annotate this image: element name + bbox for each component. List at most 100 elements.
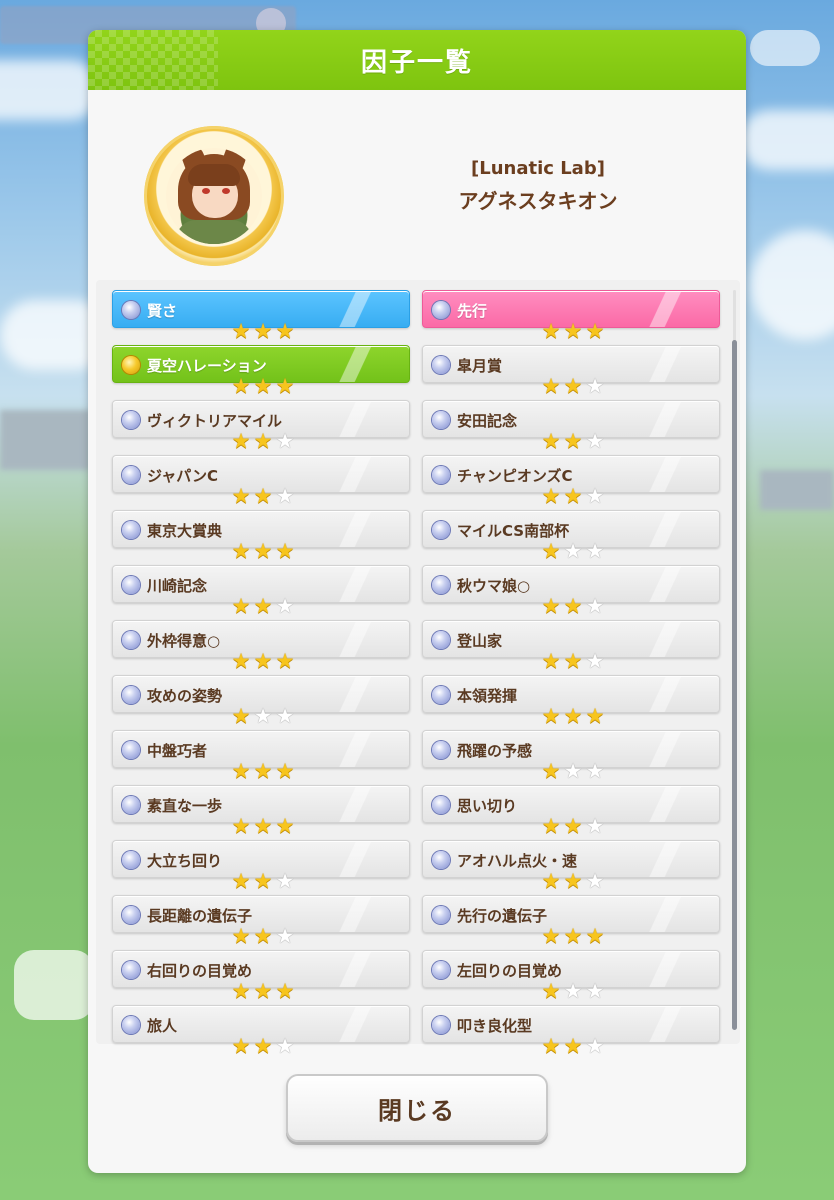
factor-label: 賢さ [147,302,178,320]
character-portrait-image [166,148,262,244]
star-icon: ★ [231,924,251,948]
factor-item[interactable]: 賢さ ★ ★ ★ [112,290,410,345]
round-gem-icon [122,686,140,704]
factor-item[interactable]: 安田記念 ★ ★ ★ [422,400,720,455]
star-icon: ★ [231,594,251,618]
star-icon: ★ [253,319,273,343]
round-gem-icon [122,411,140,429]
factor-list-dialog: 因子一覧 [Lunatic Lab] アグネスタキオン 賢さ ★ ★ ★ 夏空ハレーショ… [88,30,746,1173]
star-icon: ★ [541,924,561,948]
background-cloud [0,60,100,120]
background-left-button [14,950,94,1020]
star-icon: ★ [541,704,561,728]
factor-item[interactable]: 叩き良化型 ★ ★ ★ [422,1005,720,1060]
round-gem-icon [122,741,140,759]
scrollbar-thumb[interactable] [732,340,737,1030]
star-icon: ★ [231,484,251,508]
factor-item[interactable]: 先行の遺伝子 ★ ★ ★ [422,895,720,950]
factor-item[interactable]: 本領発揮 ★ ★ ★ [422,675,720,730]
star-icon: ★ [231,649,251,673]
round-gem-icon [432,631,450,649]
star-icon: ★ [563,924,583,948]
character-name: アグネスタキオン [458,189,618,213]
factor-stars: ★ ★ ★ [540,924,606,948]
factor-item[interactable]: 秋ウマ娘○ ★ ★ ★ [422,565,720,620]
factor-item[interactable]: 中盤巧者 ★ ★ ★ [112,730,410,785]
factor-stars: ★ ★ ★ [540,539,606,563]
close-button[interactable]: 閉じる [286,1074,548,1142]
factor-item[interactable]: 攻めの姿勢 ★ ★ ★ [112,675,410,730]
star-icon: ★ [541,374,561,398]
factor-label: 東京大賞典 [147,522,223,540]
factor-item[interactable]: 外枠得意○ ★ ★ ★ [112,620,410,675]
factor-stars: ★ ★ ★ [540,651,606,672]
star-icon: ★ [585,484,605,508]
character-bangs [188,164,240,186]
factor-item[interactable]: 旅人 ★ ★ ★ [112,1005,410,1060]
round-gem-icon [122,961,140,979]
factor-item[interactable]: ヴィクトリアマイル ★ ★ ★ [112,400,410,455]
factor-label: 思い切り [457,797,518,815]
factor-stars: ★ ★ ★ [230,594,296,618]
factor-label: 登山家 [457,632,503,650]
factor-item[interactable]: 左回りの目覚め ★ ★ ★ [422,950,720,1005]
round-gem-icon [432,851,450,869]
factor-item[interactable]: 皐月賞 ★ ★ ★ [422,345,720,400]
character-portrait[interactable] [144,126,284,266]
star-icon: ★ [253,869,273,893]
round-gem-icon [432,466,450,484]
factor-label: 右回りの目覚め [147,962,253,980]
factor-item[interactable]: マイルCS南部杯 ★ ★ ★ [422,510,720,565]
factor-stars: ★ ★ ★ [540,484,606,508]
factor-stars: ★ ★ ★ [230,924,296,948]
factor-item[interactable]: 素直な一歩 ★ ★ ★ [112,785,410,840]
factor-label: アオハル点火・速 [457,852,578,870]
star-icon: ★ [563,1034,583,1058]
round-gem-icon [432,741,450,759]
star-icon: ★ [253,649,273,673]
star-icon: ★ [231,539,251,563]
star-icon: ★ [563,594,583,618]
factor-item[interactable]: 大立ち回り ★ ★ ★ [112,840,410,895]
factor-item[interactable]: 東京大賞典 ★ ★ ★ [112,510,410,565]
star-icon: ★ [231,979,251,1003]
factor-stars: ★ ★ ★ [540,594,606,618]
round-gem-icon [122,301,140,319]
star-icon: ★ [275,649,295,673]
factor-item[interactable]: 右回りの目覚め ★ ★ ★ [112,950,410,1005]
factor-item[interactable]: 長距離の遺伝子 ★ ★ ★ [112,895,410,950]
factor-label: 叩き良化型 [457,1017,533,1035]
factor-label: 中盤巧者 [147,742,208,760]
star-icon: ★ [253,1034,273,1058]
factor-item[interactable]: 飛躍の予感 ★ ★ ★ [422,730,720,785]
factor-item[interactable]: 夏空ハレーション ★ ★ ★ [112,345,410,400]
factor-item[interactable]: 登山家 ★ ★ ★ [422,620,720,675]
factor-item[interactable]: アオハル点火・速 ★ ★ ★ [422,840,720,895]
factor-label: 長距離の遺伝子 [147,907,253,925]
factor-stars: ★ ★ ★ [230,816,296,837]
background-cloud [740,110,834,170]
factor-item[interactable]: 川崎記念 ★ ★ ★ [112,565,410,620]
factor-item[interactable]: ジャパンC ★ ★ ★ [112,455,410,510]
factor-item[interactable]: チャンピオンズC ★ ★ ★ [422,455,720,510]
star-icon: ★ [585,594,605,618]
factor-list[interactable]: 賢さ ★ ★ ★ 夏空ハレーション ★ ★ ★ ヴィクトリアマイル ★ ★ ★ ジャパンC ★ ★ ★ 東京大賞… [96,280,740,1057]
factor-item[interactable]: 思い切り ★ ★ ★ [422,785,720,840]
factor-label: 左回りの目覚め [457,962,563,980]
star-icon: ★ [275,704,295,728]
factor-label: 攻めの姿勢 [147,687,223,705]
factor-stars: ★ ★ ★ [230,761,296,782]
star-icon: ★ [585,539,605,563]
factor-item[interactable]: 先行 ★ ★ ★ [422,290,720,345]
star-icon: ★ [585,814,605,838]
factor-stars: ★ ★ ★ [230,539,296,563]
factor-label: 秋ウマ娘○ [457,577,531,595]
star-icon: ★ [275,484,295,508]
factor-label: チャンピオンズC [457,467,573,485]
star-icon: ★ [275,869,295,893]
factor-label: 夏空ハレーション [147,357,267,375]
factor-label: 素直な一歩 [147,797,223,815]
round-gem-icon [122,356,140,374]
round-gem-icon [122,1016,140,1034]
star-icon: ★ [585,759,605,783]
